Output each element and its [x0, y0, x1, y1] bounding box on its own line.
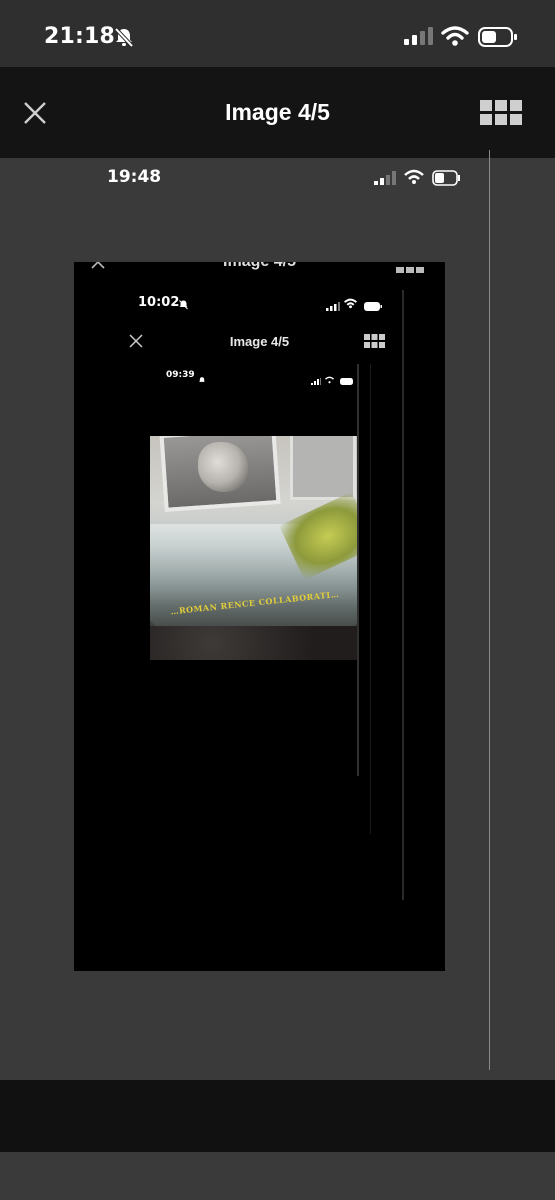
- muted-bell-icon: [113, 26, 135, 53]
- inner-edge-line-secondary: [370, 364, 371, 834]
- portrait-face: [198, 442, 248, 492]
- inner-status-time: 09:39: [166, 370, 195, 380]
- cropped-grid-icon: [396, 262, 424, 280]
- bottom-toolbar: [0, 1080, 555, 1152]
- inner-wifi-icon: [325, 371, 334, 389]
- photo-content: Image 4/5 10:02: [74, 262, 445, 971]
- nested-muted-bell-icon: [178, 297, 189, 315]
- inner-signal-icon: [311, 372, 321, 390]
- screenshot-wifi-icon: [404, 169, 424, 190]
- status-time: 21:18: [44, 24, 116, 49]
- wifi-icon: [441, 25, 469, 52]
- cellular-signal-icon: [404, 27, 434, 50]
- glass-photo: …ROMAN RENCE COLLABORATI…: [150, 436, 357, 660]
- nested-wifi-icon: [344, 296, 357, 314]
- viewer-header: Image 4/5: [0, 67, 555, 158]
- grid-view-button[interactable]: [480, 100, 522, 131]
- granite-countertop: [150, 626, 357, 660]
- screenshot-signal-icon: [374, 171, 398, 190]
- nested-signal-icon: [326, 298, 340, 316]
- screenshot-edge-line: [489, 150, 490, 1070]
- page-title: Image 4/5: [225, 99, 330, 125]
- nested-status-time: 10:02: [138, 295, 180, 310]
- screenshot-status-time: 19:48: [107, 167, 162, 187]
- second-portrait-card: [290, 436, 356, 500]
- nested-title: Image 4/5: [229, 334, 290, 349]
- inner-muted-bell-icon: [198, 371, 206, 389]
- grid-icon: [480, 100, 522, 125]
- nested-edge-line: [402, 290, 404, 900]
- cropped-title: Image 4/5: [74, 262, 445, 271]
- home-indicator-area: [0, 1152, 555, 1200]
- battery-icon: [478, 27, 518, 52]
- nested-grid-icon: [364, 334, 385, 353]
- inner-battery-icon: [340, 372, 354, 390]
- inner-edge-line: [357, 364, 359, 776]
- nested-battery-icon: [364, 298, 382, 316]
- screenshot-battery-icon: [432, 170, 462, 191]
- status-bar: 21:18: [0, 0, 555, 67]
